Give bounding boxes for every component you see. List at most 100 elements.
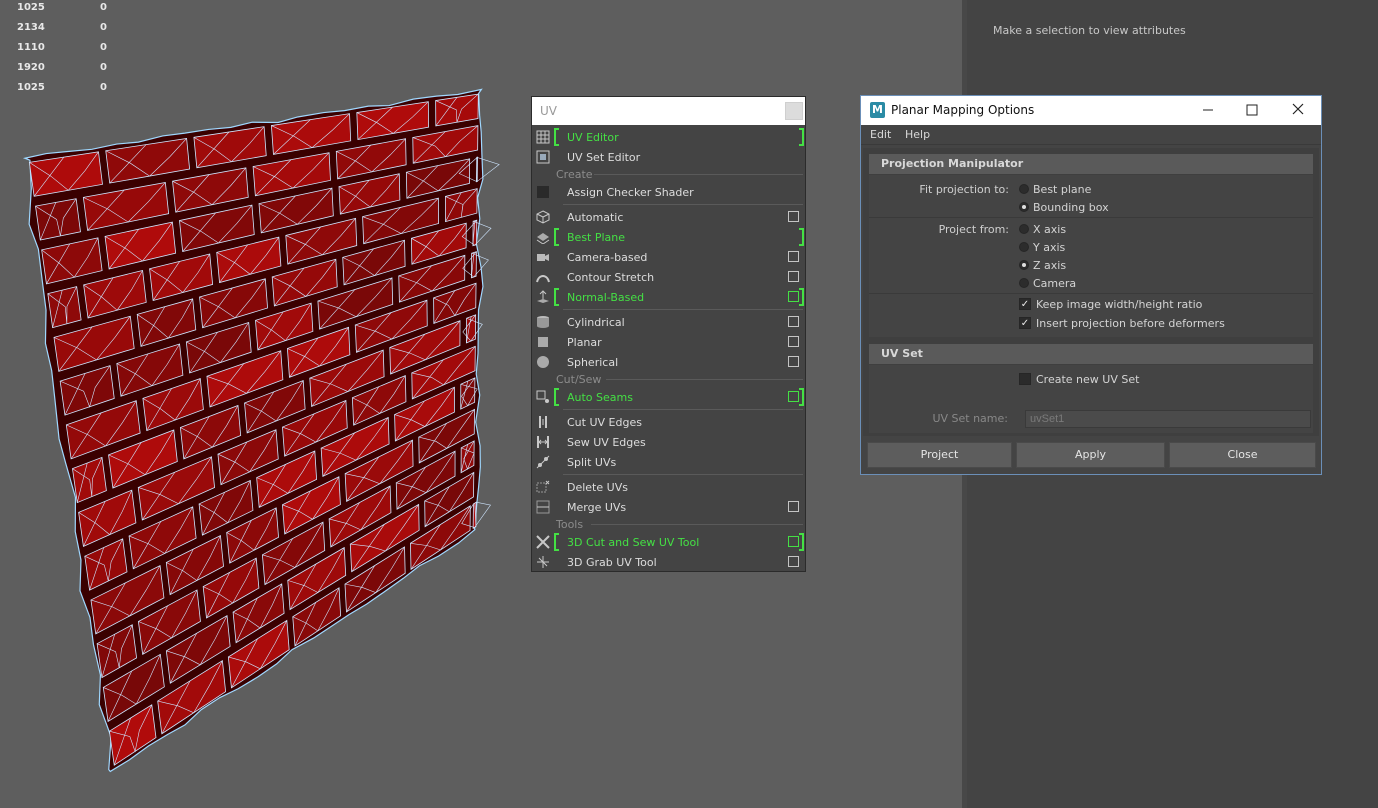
radio-x-axis[interactable] — [1019, 224, 1029, 234]
menu-item-planar[interactable]: Planar — [532, 332, 805, 352]
menu-item-camera-based[interactable]: Camera-based — [532, 247, 805, 267]
menu-item-sew-uv-edges[interactable]: Sew UV Edges — [532, 432, 805, 452]
option-box[interactable] — [788, 271, 799, 282]
fit-projection-label: Fit projection to: — [919, 183, 1009, 196]
viewport[interactable]: 1025 0 2134 0 1110 0 1920 0 1025 0 — [0, 0, 962, 808]
option-box[interactable] — [788, 501, 799, 512]
highlight-bracket-left — [554, 288, 559, 306]
menu-item-delete-uvs[interactable]: Delete UVs — [532, 477, 805, 497]
keep-ratio-label[interactable]: Keep image width/height ratio — [1036, 298, 1202, 311]
menu-item-best-plane[interactable]: Best Plane — [532, 227, 805, 247]
dialog-titlebar[interactable]: M Planar Mapping Options — [861, 96, 1321, 125]
radio-z-axis-label[interactable]: Z axis — [1033, 259, 1066, 272]
cylindrical-icon — [536, 315, 550, 329]
poly-count-hud: 1025 0 2134 0 1110 0 1920 0 1025 0 — [17, 2, 127, 102]
projection-manipulator-group: Fit projection to: Best plane Bounding b… — [869, 175, 1313, 337]
option-box[interactable] — [788, 356, 799, 367]
option-box[interactable] — [788, 391, 799, 402]
uv-menu-titlebar[interactable]: UV — [532, 97, 805, 125]
menu-item-assign-checker-shader[interactable]: Assign Checker Shader — [532, 182, 805, 202]
highlight-bracket-left — [554, 533, 559, 551]
radio-y-axis-label[interactable]: Y axis — [1033, 241, 1065, 254]
planar-icon — [536, 335, 550, 349]
menu-item-spherical[interactable]: Spherical — [532, 352, 805, 372]
radio-bounding-box[interactable] — [1019, 202, 1029, 212]
uv-menu-panel: UV UV Editor UV Set Editor Create Assign… — [531, 96, 806, 572]
menu-item-contour-stretch[interactable]: Contour Stretch — [532, 267, 805, 287]
menu-item-auto-seams[interactable]: Auto Seams — [532, 387, 805, 407]
normal-based-icon — [536, 290, 550, 304]
option-box[interactable] — [788, 556, 799, 567]
cut-uv-edges-icon — [536, 415, 550, 429]
uv-menu-title: UV — [540, 104, 557, 118]
option-box[interactable] — [788, 251, 799, 262]
create-new-uv-set-checkbox[interactable] — [1019, 373, 1031, 385]
keep-ratio-checkbox[interactable]: ✓ — [1019, 298, 1031, 310]
uv-editor-icon — [536, 130, 550, 144]
highlight-bracket-left — [554, 228, 559, 246]
option-box[interactable] — [788, 536, 799, 547]
maximize-button[interactable] — [1241, 100, 1263, 120]
insert-before-deformers-checkbox[interactable]: ✓ — [1019, 317, 1031, 329]
checker-shader-icon — [536, 185, 550, 199]
menu-item-cylindrical[interactable]: Cylindrical — [532, 312, 805, 332]
brick-wall-mesh[interactable] — [0, 0, 962, 808]
close-button[interactable]: Close — [1169, 442, 1316, 468]
uv-menu-close-button[interactable] — [785, 102, 803, 120]
radio-best-plane[interactable] — [1019, 184, 1029, 194]
option-box[interactable] — [788, 336, 799, 347]
radio-x-axis-label[interactable]: X axis — [1033, 223, 1066, 236]
menu-item-uv-editor[interactable]: UV Editor — [532, 127, 805, 147]
minimize-button[interactable] — [1197, 100, 1219, 120]
merge-uvs-icon — [536, 500, 550, 514]
menu-item-cut-uv-edges[interactable]: Cut UV Edges — [532, 412, 805, 432]
menu-help[interactable]: Help — [905, 128, 930, 141]
planar-mapping-options-dialog: M Planar Mapping Options Edit Help Proje… — [860, 95, 1322, 475]
hud-row: 1110 0 — [17, 42, 107, 53]
menu-edit[interactable]: Edit — [870, 128, 891, 141]
section-divider — [594, 174, 803, 175]
insert-before-deformers-label[interactable]: Insert projection before deformers — [1036, 317, 1225, 330]
auto-seams-icon — [536, 390, 550, 404]
menu-item-3d-cut-and-sew-uv-tool[interactable]: 3D Cut and Sew UV Tool — [532, 532, 805, 552]
menu-item-3d-grab-uv-tool[interactable]: 3D Grab UV Tool — [532, 552, 805, 572]
section-cut-sew: Cut/Sew — [556, 373, 602, 386]
project-from-label: Project from: — [938, 223, 1009, 236]
dialog-menubar: Edit Help — [861, 125, 1321, 145]
option-box[interactable] — [788, 211, 799, 222]
section-divider — [606, 379, 803, 380]
menu-item-uv-set-editor[interactable]: UV Set Editor — [532, 147, 805, 167]
hud-row: 2134 0 — [17, 22, 107, 33]
section-tools: Tools — [556, 518, 584, 531]
radio-camera-label[interactable]: Camera — [1033, 277, 1076, 290]
uv-set-name-input[interactable] — [1025, 410, 1311, 428]
create-new-uv-set-label[interactable]: Create new UV Set — [1036, 373, 1139, 386]
menu-item-automatic[interactable]: Automatic — [532, 207, 805, 227]
radio-camera[interactable] — [1019, 278, 1029, 288]
project-button[interactable]: Project — [867, 442, 1012, 468]
radio-y-axis[interactable] — [1019, 242, 1029, 252]
radio-bounding-box-label[interactable]: Bounding box — [1033, 201, 1109, 214]
menu-item-split-uvs[interactable]: Split UVs — [532, 452, 805, 472]
menu-separator — [563, 204, 803, 205]
hud-row: 1025 0 — [17, 82, 107, 93]
dialog-body: Projection Manipulator Fit projection to… — [863, 148, 1319, 436]
option-box[interactable] — [788, 291, 799, 302]
apply-button[interactable]: Apply — [1016, 442, 1165, 468]
contour-stretch-icon — [536, 270, 550, 284]
group-separator — [869, 217, 1313, 218]
uv-set-name-label: UV Set name: — [932, 412, 1008, 425]
option-box[interactable] — [788, 316, 799, 327]
menu-separator — [563, 474, 803, 475]
menu-item-merge-uvs[interactable]: Merge UVs — [532, 497, 805, 517]
radio-best-plane-label[interactable]: Best plane — [1033, 183, 1091, 196]
spherical-icon — [536, 355, 550, 369]
close-window-button[interactable] — [1287, 100, 1309, 120]
radio-z-axis[interactable] — [1019, 260, 1029, 270]
menu-separator — [563, 309, 803, 310]
projection-manipulator-header[interactable]: Projection Manipulator — [869, 154, 1313, 174]
menu-item-normal-based[interactable]: Normal-Based — [532, 287, 805, 307]
highlight-bracket-right — [799, 288, 804, 306]
uv-set-header[interactable]: UV Set — [869, 344, 1313, 364]
hud-row: 1920 0 — [17, 62, 107, 73]
